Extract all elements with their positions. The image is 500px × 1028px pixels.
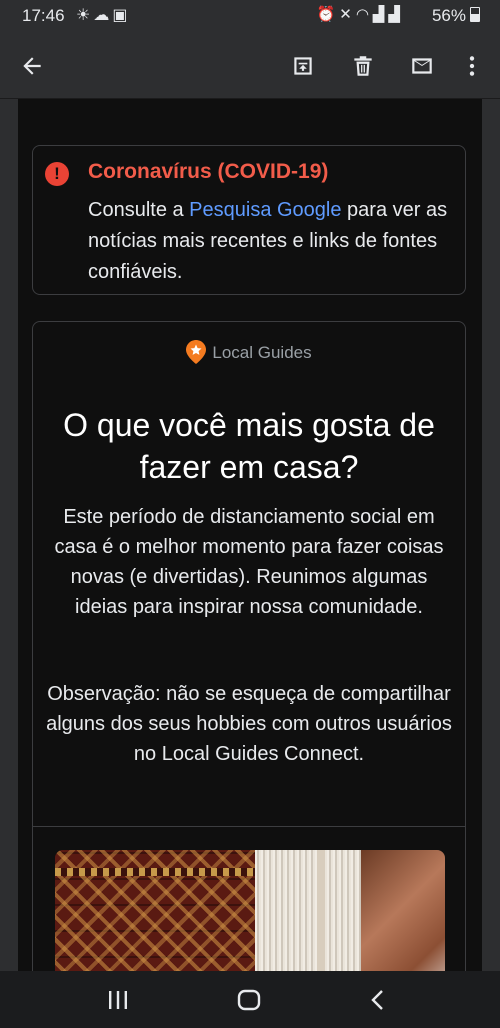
local-guides-card: Local Guides O que você mais gosta de fa… bbox=[32, 321, 466, 971]
weaver-hands bbox=[361, 850, 445, 971]
email-toolbar bbox=[0, 34, 500, 99]
back-button[interactable] bbox=[12, 46, 52, 86]
back-icon bbox=[371, 990, 383, 1010]
battery-icon bbox=[470, 7, 480, 22]
covid-title: Coronavírus (COVID-19) bbox=[88, 160, 329, 183]
status-right-icons: ⏰✕◠▟▟ bbox=[317, 5, 404, 23]
status-left-icons: ☀☁▣ bbox=[76, 5, 130, 25]
google-search-link[interactable]: Pesquisa Google bbox=[189, 199, 341, 221]
note-paragraph: Observação: não se esqueça de compartilh… bbox=[46, 683, 452, 765]
mute-icon: ✕ bbox=[339, 6, 356, 23]
covid-text: Consulte a Pesquisa Google para ver as n… bbox=[88, 195, 458, 288]
home-button[interactable] bbox=[229, 985, 269, 1015]
notification-icon: ▣ bbox=[112, 7, 131, 24]
alarm-icon: ⏰ bbox=[316, 6, 340, 23]
more-vert-icon bbox=[469, 56, 475, 76]
loom-frame bbox=[317, 850, 325, 971]
hero-image[interactable] bbox=[55, 850, 445, 971]
status-bar: 17:46 ☀☁▣ ⏰✕◠▟▟ 56% bbox=[0, 0, 500, 34]
location-pin-icon bbox=[186, 340, 207, 364]
signal-icon: ▟ bbox=[372, 6, 389, 23]
back-nav-button[interactable] bbox=[358, 985, 398, 1015]
recent-apps-button[interactable] bbox=[98, 985, 138, 1015]
more-options-button[interactable] bbox=[452, 46, 492, 86]
mark-unread-button[interactable] bbox=[402, 46, 442, 86]
wifi-icon: ◠ bbox=[355, 6, 373, 23]
home-icon bbox=[237, 989, 261, 1011]
carpet-texture bbox=[55, 850, 255, 971]
brand-name: Local Guides bbox=[212, 343, 312, 362]
cloud-icon: ☁ bbox=[93, 7, 113, 24]
navigation-bar bbox=[0, 971, 500, 1028]
email-body[interactable]: ! Coronavírus (COVID-19) Consulte a Pesq… bbox=[18, 99, 482, 971]
newsletter-heading: O que você mais gosta de fazer em casa? bbox=[63, 407, 435, 485]
loom-threads bbox=[255, 850, 361, 971]
back-arrow-icon bbox=[23, 57, 41, 75]
signal-icon: ▟ bbox=[388, 6, 404, 23]
delete-icon bbox=[354, 56, 372, 76]
status-time: 17:46 bbox=[22, 6, 65, 25]
delete-button[interactable] bbox=[343, 46, 383, 86]
mail-icon bbox=[412, 58, 432, 74]
battery-percent: 56% bbox=[431, 6, 466, 25]
covid-notice-card: ! Coronavírus (COVID-19) Consulte a Pesq… bbox=[32, 145, 466, 295]
alert-icon: ! bbox=[45, 162, 69, 186]
archive-icon bbox=[294, 57, 312, 75]
archive-button[interactable] bbox=[283, 46, 323, 86]
weather-icon: ☀ bbox=[76, 7, 94, 24]
recent-apps-icon bbox=[109, 991, 127, 1009]
covid-text-start: Consulte a bbox=[88, 199, 190, 221]
divider bbox=[33, 826, 465, 827]
battery-indicator: 56% bbox=[432, 6, 480, 26]
local-guides-brand: Local Guides bbox=[33, 340, 465, 364]
intro-paragraph: Este período de distanciamento social em… bbox=[54, 506, 444, 618]
